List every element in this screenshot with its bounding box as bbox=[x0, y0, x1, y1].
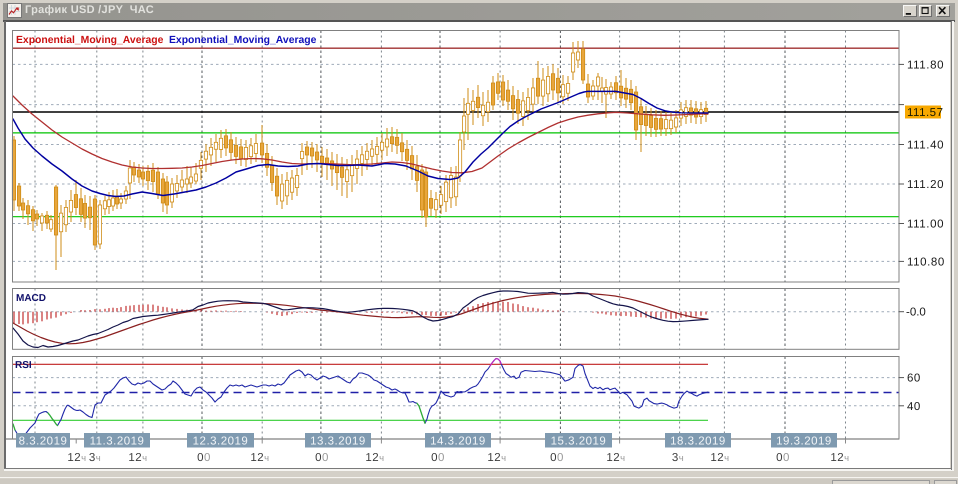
svg-text:Exponential_Moving_Average: Exponential_Moving_Average bbox=[169, 35, 317, 46]
svg-text:3ч: 3ч bbox=[672, 452, 684, 464]
svg-text:40: 40 bbox=[907, 401, 921, 413]
svg-text:Exponential_Moving_Average: Exponential_Moving_Average bbox=[16, 35, 164, 46]
svg-text:3ч: 3ч bbox=[89, 452, 101, 464]
svg-text:12ч: 12ч bbox=[487, 452, 506, 464]
svg-text:12ч: 12ч bbox=[710, 452, 729, 464]
svg-text:13.3.2019: 13.3.2019 bbox=[310, 436, 366, 448]
svg-text:12.3.2019: 12.3.2019 bbox=[193, 436, 249, 448]
svg-text:15.3.2019: 15.3.2019 bbox=[551, 436, 607, 448]
svg-text:00: 00 bbox=[315, 452, 329, 464]
svg-text:00: 00 bbox=[431, 452, 445, 464]
svg-text:RSI: RSI bbox=[15, 360, 32, 371]
svg-text:111.57: 111.57 bbox=[907, 107, 943, 119]
svg-text:12ч: 12ч bbox=[67, 452, 86, 464]
svg-text:00: 00 bbox=[776, 452, 790, 464]
svg-text:19.3.2019: 19.3.2019 bbox=[776, 436, 832, 448]
svg-text:111.40: 111.40 bbox=[907, 140, 944, 152]
svg-text:8.3.2019: 8.3.2019 bbox=[19, 436, 68, 448]
svg-text:60: 60 bbox=[907, 373, 921, 385]
svg-text:-0.0: -0.0 bbox=[906, 307, 926, 319]
svg-text:11.3.2019: 11.3.2019 bbox=[90, 436, 145, 448]
svg-text:110.80: 110.80 bbox=[907, 256, 945, 268]
svg-text:111.80: 111.80 bbox=[907, 59, 944, 71]
svg-text:00: 00 bbox=[197, 452, 211, 464]
svg-text:MACD: MACD bbox=[16, 293, 46, 304]
svg-text:12ч: 12ч bbox=[365, 452, 384, 464]
svg-text:00: 00 bbox=[550, 452, 564, 464]
svg-text:12ч: 12ч bbox=[830, 452, 849, 464]
svg-text:111.00: 111.00 bbox=[907, 219, 944, 231]
svg-text:12ч: 12ч bbox=[128, 452, 147, 464]
svg-text:12ч: 12ч bbox=[250, 452, 269, 464]
svg-text:12ч: 12ч bbox=[606, 452, 625, 464]
svg-text:14.3.2019: 14.3.2019 bbox=[430, 436, 486, 448]
svg-text:111.20: 111.20 bbox=[907, 179, 944, 191]
svg-text:18.3.2019: 18.3.2019 bbox=[670, 436, 726, 448]
